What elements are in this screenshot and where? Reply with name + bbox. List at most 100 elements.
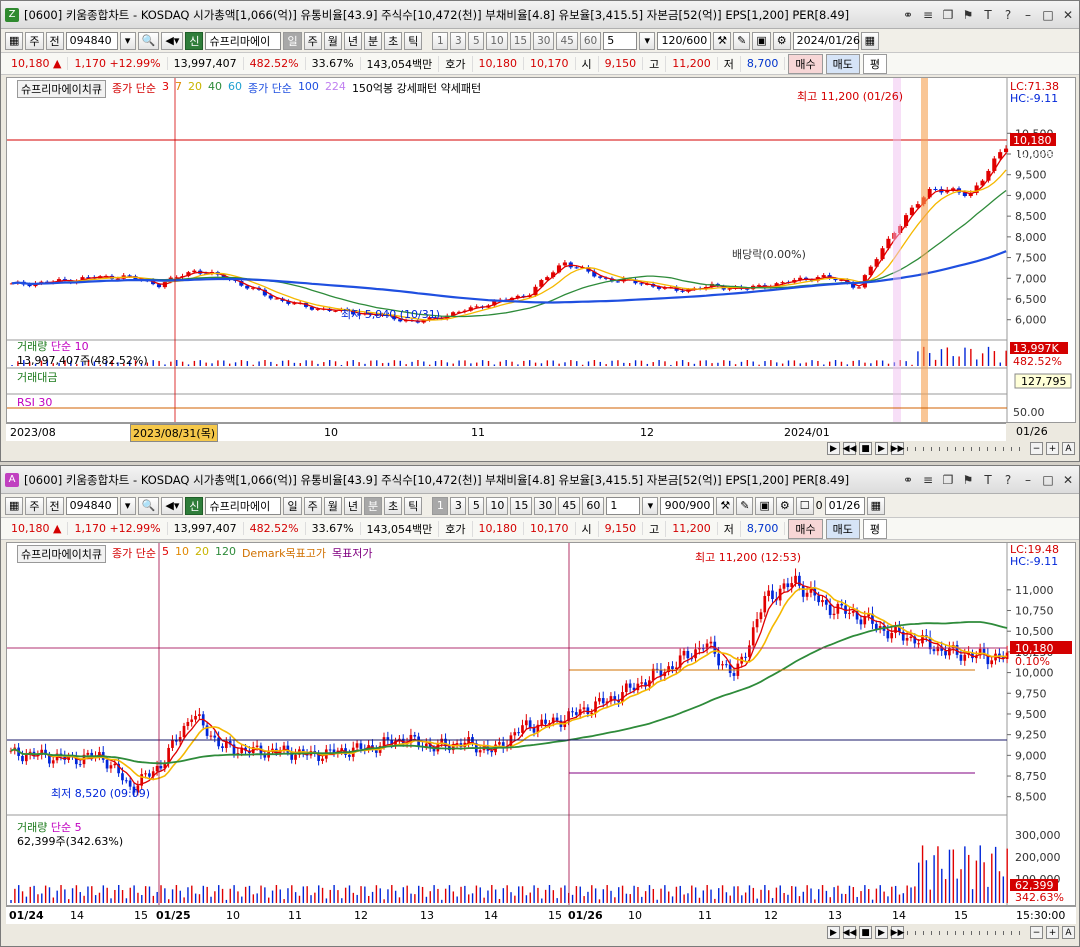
interval-week[interactable]: 주 — [303, 496, 322, 515]
play-icon[interactable]: ▶ — [875, 442, 888, 455]
unit-dropdown-icon[interactable]: ▾ — [642, 496, 659, 515]
play-icon[interactable]: ▶ — [875, 926, 888, 939]
draw-icon[interactable]: ✎ — [736, 496, 754, 515]
interval-tick[interactable]: 틱 — [404, 31, 423, 50]
interval-month[interactable]: 월 — [323, 31, 342, 50]
minimize-icon[interactable]: – — [1021, 473, 1035, 487]
buy-button[interactable]: 매수 — [788, 518, 823, 539]
prev-button[interactable]: 전 — [45, 496, 64, 515]
minimize-icon[interactable]: – — [1021, 8, 1035, 22]
legend-stock-name[interactable]: 슈프리마에이치큐 — [17, 545, 106, 563]
zoom-slider[interactable] — [907, 930, 1027, 935]
daily-chart-area[interactable]: 10,50010,0009,5009,0008,5008,0007,5007,0… — [6, 77, 1076, 423]
zoom-in-icon[interactable]: + — [1046, 926, 1059, 939]
close-icon[interactable]: ✕ — [1061, 473, 1075, 487]
search-icon[interactable]: 🔍 — [137, 31, 160, 50]
legend-stock-name[interactable]: 슈프리마에이치큐 — [17, 80, 106, 98]
interval-day[interactable]: 일 — [283, 31, 302, 50]
unit-input[interactable]: 1 — [606, 496, 641, 515]
interval-day[interactable]: 일 — [283, 496, 302, 515]
num-30[interactable]: 30 — [533, 31, 555, 50]
text-icon[interactable]: T — [981, 473, 995, 487]
num-45[interactable]: 45 — [558, 496, 581, 515]
buy-button[interactable]: 매수 — [788, 53, 823, 74]
search-icon[interactable]: 🔍 — [137, 496, 160, 515]
text-icon[interactable]: T — [981, 8, 995, 22]
scroll-end-icon[interactable]: ◀◀ — [843, 442, 856, 455]
close-icon[interactable]: ✕ — [1061, 8, 1075, 22]
num-15[interactable]: 15 — [509, 31, 532, 50]
num-10[interactable]: 10 — [486, 496, 509, 515]
interval-month[interactable]: 월 — [323, 496, 342, 515]
sound-icon[interactable]: ◀▾ — [161, 31, 184, 50]
unit-dropdown-icon[interactable]: ▾ — [639, 31, 656, 50]
calendar-icon[interactable]: ▦ — [866, 496, 885, 515]
code-input[interactable]: 094840 — [65, 496, 118, 515]
font-icon[interactable]: A — [1062, 442, 1075, 455]
tools-icon[interactable]: ⚒ — [713, 31, 732, 50]
num-10[interactable]: 10 — [486, 31, 508, 50]
avg-button[interactable]: 평 — [862, 53, 888, 74]
interval-second[interactable]: 초 — [384, 31, 403, 50]
gear-icon[interactable]: ⚙ — [775, 496, 794, 515]
maximize-icon[interactable]: □ — [1041, 8, 1055, 22]
prev-button[interactable]: 전 — [45, 31, 64, 50]
minute-chart-area[interactable]: 11,00010,75010,50010,25010,0009,7509,500… — [6, 542, 1076, 906]
num-15[interactable]: 15 — [510, 496, 533, 515]
code-dropdown-icon[interactable]: ▾ — [119, 31, 136, 50]
font-icon[interactable]: A — [1062, 926, 1075, 939]
num-1[interactable]: 1 — [432, 496, 449, 515]
count-input[interactable]: 120/600 — [657, 31, 712, 50]
num-45[interactable]: 45 — [556, 31, 578, 50]
period-select[interactable]: 주 — [25, 496, 44, 515]
count-input[interactable]: 900/900 — [660, 496, 715, 515]
num-5[interactable]: 5 — [468, 496, 485, 515]
draw-icon[interactable]: ✎ — [733, 31, 751, 50]
scroll-right-icon[interactable]: ▶ — [827, 442, 840, 455]
interval-year[interactable]: 년 — [343, 31, 362, 50]
sound-icon[interactable]: ◀▾ — [161, 496, 184, 515]
date-input[interactable]: 01/26 — [824, 496, 865, 515]
help-icon[interactable]: ? — [1001, 473, 1015, 487]
zoom-slider[interactable] — [907, 446, 1027, 451]
save-icon[interactable]: ▣ — [752, 31, 771, 50]
num-60[interactable]: 60 — [579, 31, 602, 50]
interval-minute[interactable]: 분 — [363, 496, 383, 515]
sell-button[interactable]: 매도 — [825, 53, 860, 74]
flag-icon[interactable]: ⚑ — [961, 8, 975, 22]
gear-icon[interactable]: ⚙ — [772, 31, 791, 50]
date-input[interactable]: 2024/01/26 — [792, 31, 860, 50]
period-select[interactable]: 주 — [25, 31, 44, 50]
num-3[interactable]: 3 — [450, 496, 467, 515]
num-1[interactable]: 1 — [432, 31, 449, 50]
interval-minute[interactable]: 분 — [363, 31, 383, 50]
tools-icon[interactable]: ⚒ — [716, 496, 735, 515]
calendar-icon[interactable]: ▦ — [860, 31, 879, 50]
code-input[interactable]: 094840 — [65, 31, 118, 50]
num-3[interactable]: 3 — [450, 31, 467, 50]
maximize-icon[interactable]: □ — [1041, 473, 1055, 487]
interval-second[interactable]: 초 — [384, 496, 403, 515]
settings-icon[interactable]: ▦ — [5, 31, 24, 50]
num-5[interactable]: 5 — [468, 31, 485, 50]
settings-icon[interactable]: ▦ — [5, 496, 24, 515]
stop-icon[interactable]: ■ — [859, 442, 872, 455]
sell-button[interactable]: 매도 — [825, 518, 860, 539]
menu-icon[interactable]: ≡ — [921, 8, 935, 22]
link-icon[interactable]: ⚭ — [901, 8, 915, 22]
restore-icon[interactable]: ❐ — [941, 473, 955, 487]
menu-icon[interactable]: ≡ — [921, 473, 935, 487]
zoom-out-icon[interactable]: − — [1030, 926, 1043, 939]
interval-year[interactable]: 년 — [343, 496, 362, 515]
zoom-out-icon[interactable]: − — [1030, 442, 1043, 455]
code-dropdown-icon[interactable]: ▾ — [119, 496, 136, 515]
help-icon[interactable]: ? — [1001, 8, 1015, 22]
scroll-end-icon[interactable]: ◀◀ — [843, 926, 856, 939]
unit-input[interactable]: 5 — [603, 31, 638, 50]
zoom-in-icon[interactable]: + — [1046, 442, 1059, 455]
fast-forward-icon[interactable]: ▶▶ — [891, 926, 904, 939]
avg-button[interactable]: 평 — [862, 518, 888, 539]
scroll-right-icon[interactable]: ▶ — [827, 926, 840, 939]
stop-icon[interactable]: ■ — [859, 926, 872, 939]
interval-tick[interactable]: 틱 — [404, 496, 423, 515]
